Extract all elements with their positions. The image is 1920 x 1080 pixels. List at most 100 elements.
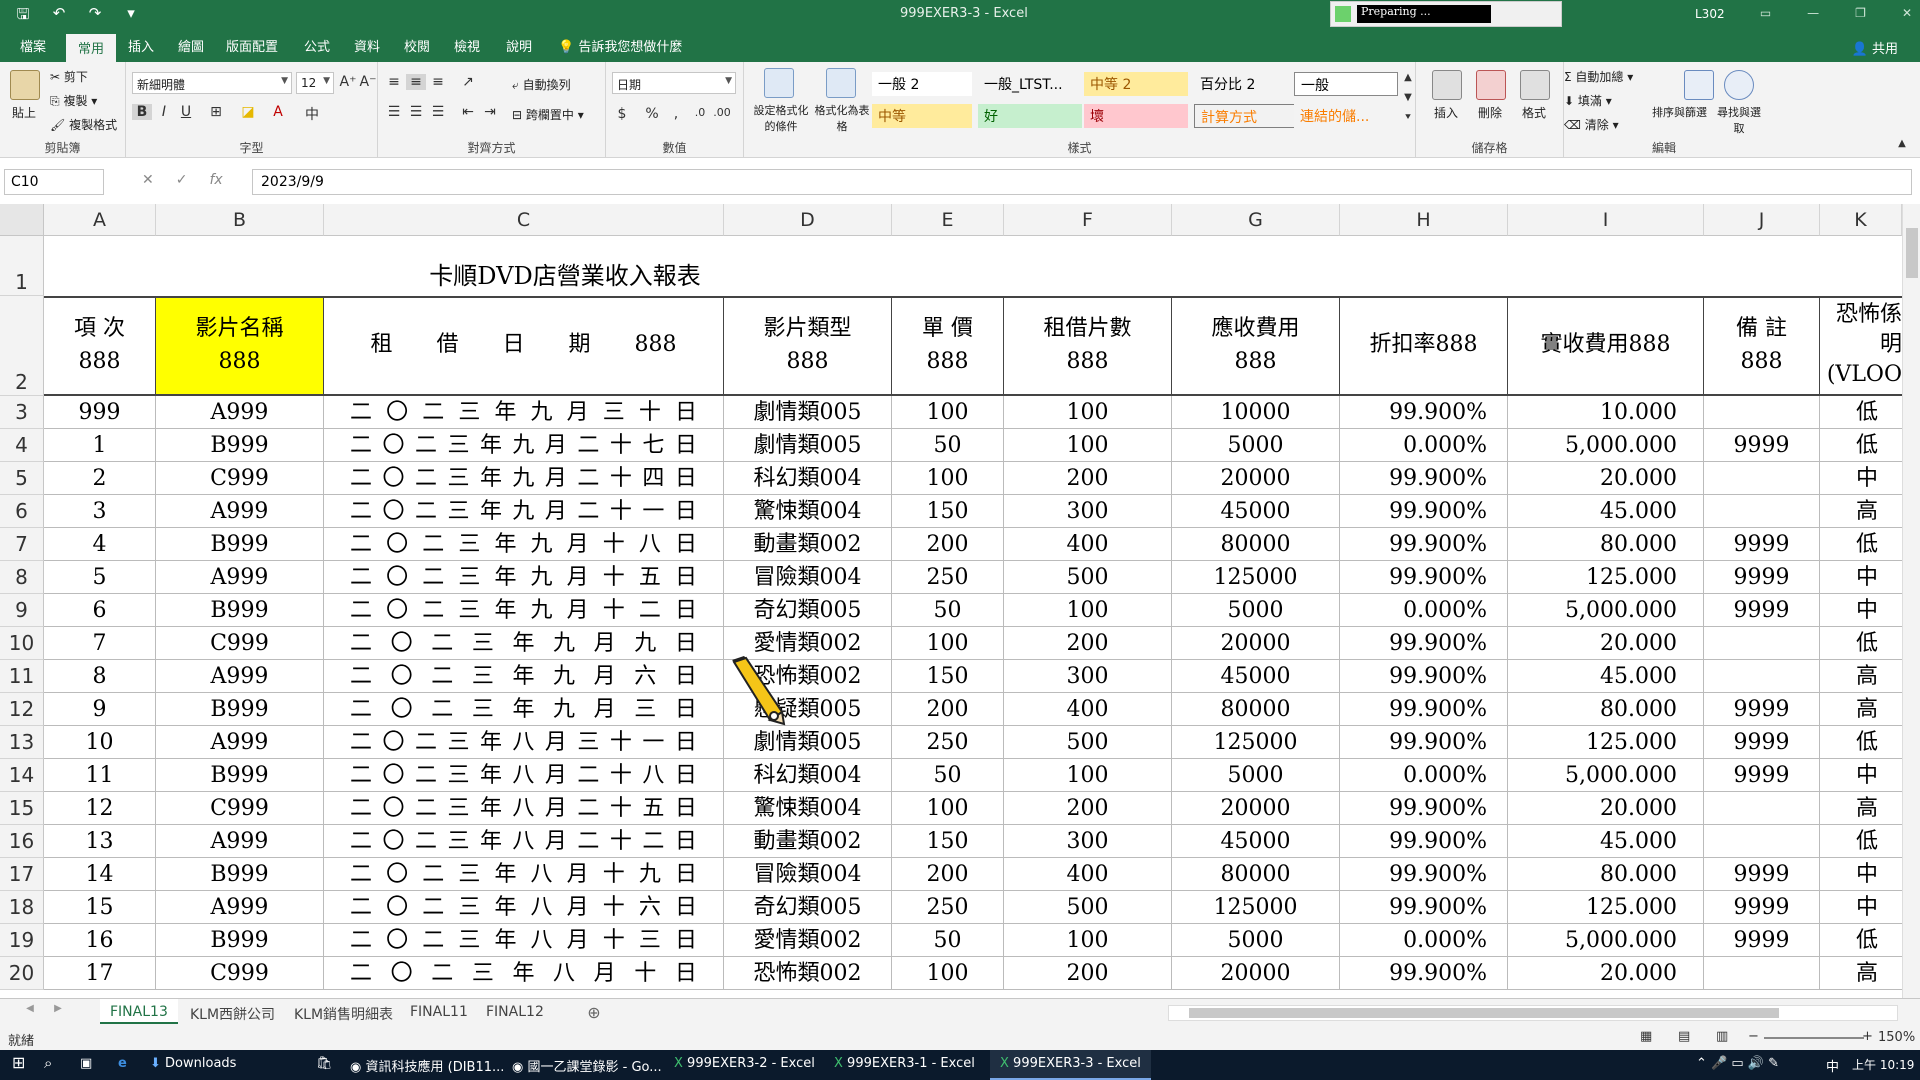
tab-review[interactable]: 校閱 xyxy=(400,36,434,55)
cell-i15[interactable]: 20.000 xyxy=(1508,792,1704,825)
cell-e16[interactable]: 150 xyxy=(892,825,1004,858)
cell-j5[interactable] xyxy=(1704,462,1820,495)
cell-b18[interactable]: A999 xyxy=(156,891,324,924)
paste-icon[interactable] xyxy=(10,70,40,100)
currency-icon[interactable]: $ xyxy=(612,106,632,122)
cell-e19[interactable]: 50 xyxy=(892,924,1004,957)
cell-k20[interactable]: 高 xyxy=(1820,957,1902,990)
cell-h6[interactable]: 99.900% xyxy=(1340,495,1508,528)
cell-f10[interactable]: 200 xyxy=(1004,627,1172,660)
header-cell-c[interactable]: 租 借 日 期 888 xyxy=(324,296,724,396)
name-box[interactable]: C10 xyxy=(4,169,104,195)
cell-j10[interactable] xyxy=(1704,627,1820,660)
tab-draw[interactable]: 繪圖 xyxy=(174,36,208,55)
row-header[interactable]: 18 xyxy=(0,891,44,924)
cell-i7[interactable]: 80.000 xyxy=(1508,528,1704,561)
cell-f8[interactable]: 500 xyxy=(1004,561,1172,594)
cell-i12[interactable]: 80.000 xyxy=(1508,693,1704,726)
cell-a3[interactable]: 999 xyxy=(44,396,156,429)
sheet-tab-klm-bakery[interactable]: KLM西餅公司 xyxy=(180,1002,285,1026)
report-title[interactable]: 卡順DVD店營業收入報表 xyxy=(44,236,1920,296)
cell-b9[interactable]: B999 xyxy=(156,594,324,627)
cell-e10[interactable]: 100 xyxy=(892,627,1004,660)
cell-b14[interactable]: B999 xyxy=(156,759,324,792)
cell-f5[interactable]: 200 xyxy=(1004,462,1172,495)
cell-f20[interactable]: 200 xyxy=(1004,957,1172,990)
zoom-out-icon[interactable]: − xyxy=(1748,1029,1759,1044)
cell-h15[interactable]: 99.900% xyxy=(1340,792,1508,825)
cell-g11[interactable]: 45000 xyxy=(1172,660,1340,693)
tab-home[interactable]: 常用 xyxy=(66,34,117,62)
cell-e15[interactable]: 100 xyxy=(892,792,1004,825)
cell-d20[interactable]: 恐怖類002 xyxy=(724,957,892,990)
header-cell-e[interactable]: 單 價 888 xyxy=(892,296,1004,396)
cell-j7[interactable]: 9999 xyxy=(1704,528,1820,561)
column-header-a[interactable]: A xyxy=(44,204,156,236)
cell-d13[interactable]: 劇情類005 xyxy=(724,726,892,759)
cell-b15[interactable]: C999 xyxy=(156,792,324,825)
row-header[interactable]: 11 xyxy=(0,660,44,693)
row-header[interactable]: 2 xyxy=(0,296,44,396)
align-bottom-icon[interactable]: ≡ xyxy=(428,74,448,90)
minimize-icon[interactable]: — xyxy=(1807,6,1819,20)
cell-h13[interactable]: 99.900% xyxy=(1340,726,1508,759)
cell-c3[interactable]: 二〇二三年九月三十日 xyxy=(324,396,724,429)
cell-j18[interactable]: 9999 xyxy=(1704,891,1820,924)
increase-indent-icon[interactable]: ⇥ xyxy=(480,104,500,120)
cell-i5[interactable]: 20.000 xyxy=(1508,462,1704,495)
align-top-icon[interactable]: ≡ xyxy=(384,74,404,90)
grow-font-icon[interactable]: A⁺ xyxy=(338,74,358,90)
select-all-corner[interactable] xyxy=(0,204,44,236)
row-header[interactable]: 4 xyxy=(0,429,44,462)
cell-k6[interactable]: 高 xyxy=(1820,495,1902,528)
cell-k9[interactable]: 中 xyxy=(1820,594,1902,627)
cell-i18[interactable]: 125.000 xyxy=(1508,891,1704,924)
cell-g5[interactable]: 20000 xyxy=(1172,462,1340,495)
phonetic-icon[interactable]: 中 xyxy=(302,104,322,124)
cell-f3[interactable]: 100 xyxy=(1004,396,1172,429)
cell-b11[interactable]: A999 xyxy=(156,660,324,693)
cell-style-2[interactable]: 中等 2 xyxy=(1084,72,1188,96)
cell-i10[interactable]: 20.000 xyxy=(1508,627,1704,660)
cell-g15[interactable]: 20000 xyxy=(1172,792,1340,825)
cell-style-9[interactable]: 連結的儲... xyxy=(1294,104,1398,128)
conditional-format-icon[interactable] xyxy=(764,68,794,98)
cell-c8[interactable]: 二〇二三年九月十五日 xyxy=(324,561,724,594)
cell-b10[interactable]: C999 xyxy=(156,627,324,660)
column-header-i[interactable]: I xyxy=(1508,204,1704,236)
cell-f9[interactable]: 100 xyxy=(1004,594,1172,627)
cell-g7[interactable]: 80000 xyxy=(1172,528,1340,561)
increase-decimal-icon[interactable]: .0 xyxy=(690,106,710,119)
cell-h18[interactable]: 99.900% xyxy=(1340,891,1508,924)
start-windows-icon[interactable]: ⊞ xyxy=(12,1053,25,1072)
cell-c5[interactable]: 二〇二三年九月二十四日 xyxy=(324,462,724,495)
italic-icon[interactable]: I xyxy=(154,104,174,120)
cell-k3[interactable]: 低 xyxy=(1820,396,1902,429)
taskbar-excel-3[interactable]: X 999EXER3-3 - Excel xyxy=(990,1050,1151,1080)
cell-c13[interactable]: 二〇二三年八月三十一日 xyxy=(324,726,724,759)
cell-h7[interactable]: 99.900% xyxy=(1340,528,1508,561)
cell-d14[interactable]: 科幻類004 xyxy=(724,759,892,792)
cell-f7[interactable]: 400 xyxy=(1004,528,1172,561)
header-cell-d[interactable]: 影片類型 888 xyxy=(724,296,892,396)
cell-a20[interactable]: 17 xyxy=(44,957,156,990)
row-header[interactable]: 6 xyxy=(0,495,44,528)
column-header-c[interactable]: C xyxy=(324,204,724,236)
comma-icon[interactable]: , xyxy=(666,106,686,122)
cell-g4[interactable]: 5000 xyxy=(1172,429,1340,462)
tab-help[interactable]: 說明 xyxy=(502,36,536,55)
row-header[interactable]: 12 xyxy=(0,693,44,726)
format-cells-button[interactable]: 格式 xyxy=(1522,104,1546,121)
cell-c10[interactable]: 二〇二三年九月九日 xyxy=(324,627,724,660)
zoom-level[interactable]: 150% xyxy=(1878,1030,1915,1045)
cell-d16[interactable]: 動畫類002 xyxy=(724,825,892,858)
cell-c14[interactable]: 二〇二三年八月二十八日 xyxy=(324,759,724,792)
cell-a16[interactable]: 13 xyxy=(44,825,156,858)
cell-k18[interactable]: 中 xyxy=(1820,891,1902,924)
cell-h10[interactable]: 99.900% xyxy=(1340,627,1508,660)
cell-a5[interactable]: 2 xyxy=(44,462,156,495)
sort-filter-icon[interactable] xyxy=(1684,70,1714,100)
cell-g9[interactable]: 5000 xyxy=(1172,594,1340,627)
cell-f11[interactable]: 300 xyxy=(1004,660,1172,693)
cell-style-8[interactable]: 計算方式 xyxy=(1194,104,1298,128)
